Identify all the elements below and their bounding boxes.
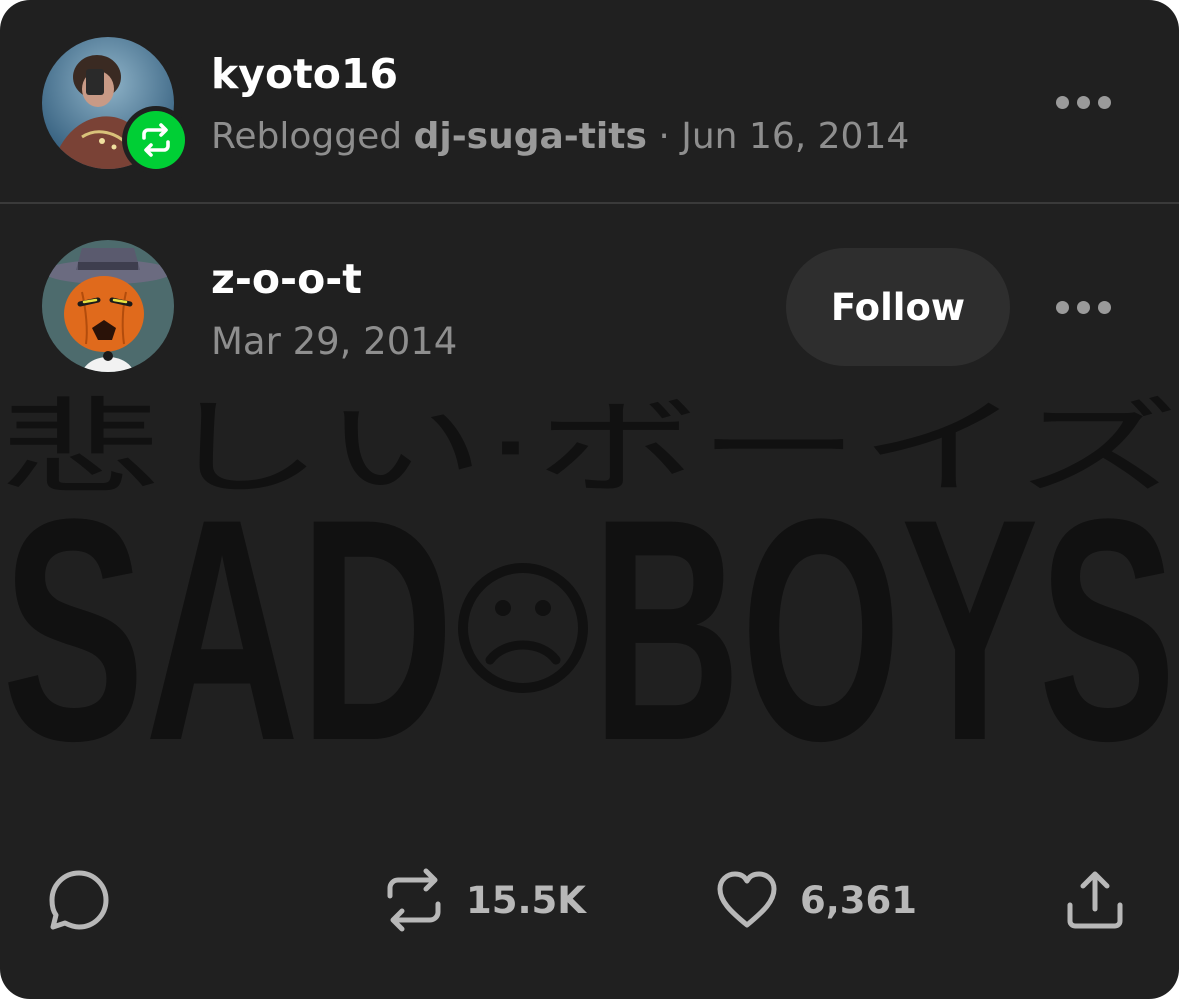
post-image[interactable]: 悲しい·ボーイズ SAD BOYS	[0, 392, 1179, 762]
reblogger-username[interactable]: kyoto16	[211, 50, 398, 98]
like-button[interactable]: 6,361	[716, 850, 917, 950]
post-card: kyoto16 Reblogged dj-suga-tits · Jun 16,…	[0, 0, 1179, 999]
reblog-icon	[387, 868, 441, 932]
reblog-source-link[interactable]: dj-suga-tits	[414, 116, 647, 157]
reblog-button[interactable]: 15.5K	[384, 850, 586, 950]
reblog-icon	[142, 123, 170, 157]
reblog-meta: Reblogged dj-suga-tits · Jun 16, 2014	[211, 116, 909, 157]
speech-bubble-icon	[49, 870, 109, 930]
author-username[interactable]: z-o-o-t	[211, 255, 362, 303]
reblog-count: 15.5K	[466, 878, 586, 922]
like-count: 6,361	[800, 878, 918, 922]
post-more-options-icon[interactable]	[1054, 287, 1114, 327]
meta-separator: ·	[658, 116, 670, 157]
post-action-bar: 15.5K 6,361	[0, 850, 1179, 950]
share-upload-icon	[1067, 871, 1123, 929]
reblog-header: kyoto16 Reblogged dj-suga-tits · Jun 16,…	[0, 0, 1179, 204]
image-word-sad: SAD	[2, 453, 454, 762]
more-options-icon[interactable]	[1054, 82, 1114, 122]
reply-button[interactable]	[46, 850, 112, 950]
sad-face-icon	[458, 563, 588, 693]
reblog-badge	[122, 106, 190, 174]
reblog-date[interactable]: Jun 16, 2014	[681, 116, 909, 157]
author-avatar[interactable]	[42, 240, 174, 372]
share-button[interactable]	[1064, 850, 1126, 950]
reblog-action-label: Reblogged	[211, 116, 403, 157]
follow-button[interactable]: Follow	[786, 248, 1010, 366]
heart-icon	[717, 871, 777, 928]
image-word-boys: BOYS	[592, 453, 1176, 762]
post-date[interactable]: Mar 29, 2014	[211, 320, 457, 363]
